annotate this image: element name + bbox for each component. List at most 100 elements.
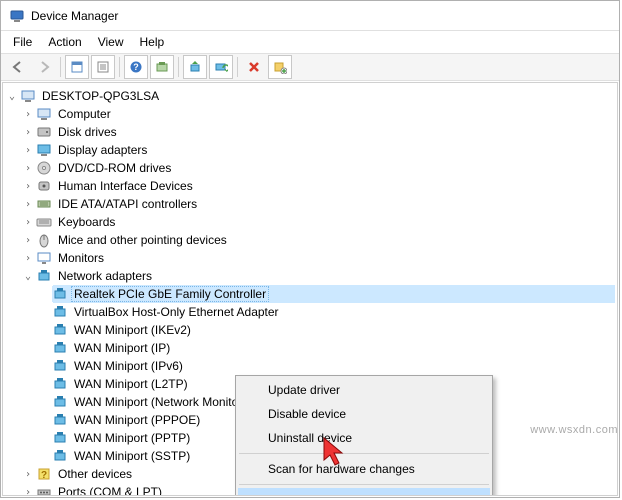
toolbar: ?	[1, 53, 619, 81]
menu-action[interactable]: Action	[40, 33, 89, 51]
tree-category[interactable]: › Disk drives	[5, 123, 615, 141]
expand-icon[interactable]: ›	[21, 253, 35, 264]
toolbar-separator	[60, 57, 61, 77]
toolbar-forward-button[interactable]	[32, 55, 56, 79]
toolbar-add-legacy-button[interactable]	[268, 55, 292, 79]
tree-device[interactable]: Realtek PCIe GbE Family Controller	[5, 285, 615, 303]
tree-category[interactable]: › Monitors	[5, 249, 615, 267]
expand-icon[interactable]: ›	[21, 487, 35, 497]
tree-category-label: Network adapters	[55, 268, 155, 284]
tree-category-label: Disk drives	[55, 124, 120, 140]
net-icon	[52, 340, 68, 356]
menu-view[interactable]: View	[90, 33, 132, 51]
other-icon: ?	[36, 466, 52, 482]
tree-category-label: Monitors	[55, 250, 107, 266]
net-icon	[52, 448, 68, 464]
computer-icon	[36, 106, 52, 122]
tree-device-label: WAN Miniport (PPTP)	[71, 430, 193, 446]
ctx-scan-hardware[interactable]: Scan for hardware changes	[238, 457, 490, 481]
toolbar-separator	[237, 57, 238, 77]
ctx-separator	[239, 484, 489, 485]
tree-device[interactable]: VirtualBox Host-Only Ethernet Adapter	[5, 303, 615, 321]
toolbar-show-hidden-button[interactable]	[65, 55, 89, 79]
toolbar-update-button[interactable]	[150, 55, 174, 79]
net-icon	[52, 286, 68, 302]
tree-category-label: Keyboards	[55, 214, 118, 230]
tree-device-label: Realtek PCIe GbE Family Controller	[71, 286, 269, 302]
watermark-text: www.wsxdn.com	[530, 424, 618, 436]
toolbar-update-driver-button[interactable]	[183, 55, 207, 79]
dvd-icon	[36, 160, 52, 176]
toolbar-uninstall-button[interactable]	[242, 55, 266, 79]
net-icon	[52, 430, 68, 446]
net-icon	[52, 412, 68, 428]
tree-category[interactable]: › DVD/CD-ROM drives	[5, 159, 615, 177]
expand-icon[interactable]: ›	[21, 127, 35, 138]
tree-category[interactable]: › Display adapters	[5, 141, 615, 159]
tree-device-label: WAN Miniport (IKEv2)	[71, 322, 194, 338]
net-icon	[52, 322, 68, 338]
monitor-icon	[36, 250, 52, 266]
expand-icon[interactable]: ›	[21, 235, 35, 246]
expand-icon[interactable]: ›	[21, 469, 35, 480]
ctx-uninstall-device[interactable]: Uninstall device	[238, 426, 490, 450]
tree-device-label: WAN Miniport (SSTP)	[71, 448, 193, 464]
tree-category[interactable]: › Human Interface Devices	[5, 177, 615, 195]
tree-device[interactable]: WAN Miniport (IP)	[5, 339, 615, 357]
tree-category-label: IDE ATA/ATAPI controllers	[55, 196, 200, 212]
expand-icon[interactable]: ›	[21, 199, 35, 210]
tree-device-label: WAN Miniport (L2TP)	[71, 376, 191, 392]
disk-icon	[36, 124, 52, 140]
tree-category[interactable]: ⌄ Network adapters	[5, 267, 615, 285]
tree-device-label: WAN Miniport (IPv6)	[71, 358, 186, 374]
tree-device-label: WAN Miniport (PPPOE)	[71, 412, 203, 428]
device-tree[interactable]: ⌄ DESKTOP-QPG3LSA ›Computer›Disk drives›…	[2, 82, 618, 496]
tree-category[interactable]: › Computer	[5, 105, 615, 123]
menu-help[interactable]: Help	[132, 33, 173, 51]
toolbar-properties-button[interactable]	[91, 55, 115, 79]
expand-icon[interactable]: ›	[21, 163, 35, 174]
tree-category[interactable]: › IDE ATA/ATAPI controllers	[5, 195, 615, 213]
app-icon	[9, 8, 25, 24]
tree-device-label: WAN Miniport (Network Monitor)	[71, 394, 249, 410]
svg-text:?: ?	[133, 62, 139, 72]
collapse-icon[interactable]: ⌄	[5, 91, 19, 102]
net-icon	[52, 394, 68, 410]
tree-category-label: Mice and other pointing devices	[55, 232, 230, 248]
computer-icon	[20, 88, 36, 104]
tree-root-label: DESKTOP-QPG3LSA	[39, 88, 162, 104]
hid-icon	[36, 178, 52, 194]
tree-category[interactable]: › Mice and other pointing devices	[5, 231, 615, 249]
net-icon	[36, 268, 52, 284]
titlebar[interactable]: Device Manager	[1, 1, 619, 31]
context-menu: Update driver Disable device Uninstall d…	[235, 375, 493, 496]
tree-device-label: WAN Miniport (IP)	[71, 340, 173, 356]
toolbar-back-button[interactable]	[6, 55, 30, 79]
expand-icon[interactable]: ›	[21, 217, 35, 228]
toolbar-help-button[interactable]: ?	[124, 55, 148, 79]
expand-icon[interactable]: ›	[21, 181, 35, 192]
tree-device[interactable]: WAN Miniport (IPv6)	[5, 357, 615, 375]
expand-icon[interactable]: ›	[21, 109, 35, 120]
net-icon	[52, 358, 68, 374]
ctx-properties[interactable]: Properties	[238, 488, 490, 496]
toolbar-scan-button[interactable]	[209, 55, 233, 79]
mouse-icon	[36, 232, 52, 248]
ide-icon	[36, 196, 52, 212]
keyboard-icon	[36, 214, 52, 230]
tree-category-label: Other devices	[55, 466, 135, 482]
tree-root[interactable]: ⌄ DESKTOP-QPG3LSA	[5, 87, 615, 105]
tree-category-label: Display adapters	[55, 142, 150, 158]
tree-category-label: DVD/CD-ROM drives	[55, 160, 174, 176]
tree-category-label: Computer	[55, 106, 114, 122]
ctx-update-driver[interactable]: Update driver	[238, 378, 490, 402]
tree-device[interactable]: WAN Miniport (IKEv2)	[5, 321, 615, 339]
ctx-disable-device[interactable]: Disable device	[238, 402, 490, 426]
net-icon	[52, 376, 68, 392]
expand-icon[interactable]: ›	[21, 145, 35, 156]
tree-category-label: Human Interface Devices	[55, 178, 196, 194]
tree-category[interactable]: › Keyboards	[5, 213, 615, 231]
display-icon	[36, 142, 52, 158]
menu-file[interactable]: File	[5, 33, 40, 51]
collapse-icon[interactable]: ⌄	[21, 271, 35, 282]
